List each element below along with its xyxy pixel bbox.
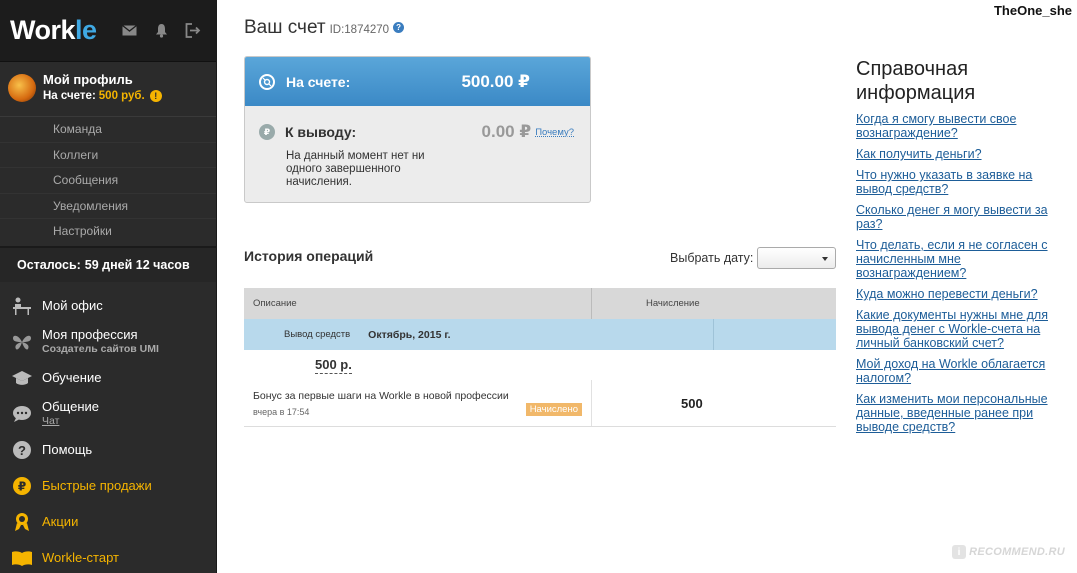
profile-block[interactable]: Мой профиль На счете: 500 руб. ! [0, 62, 216, 116]
watermark-username: TheOne_she [993, 3, 1072, 18]
profile-balance-value: 500 руб. [98, 90, 145, 102]
logout-icon[interactable] [184, 22, 202, 40]
chat-icon [10, 402, 34, 426]
col-accrual: Начисление [646, 298, 700, 309]
subnav-item-settings[interactable]: Настройки [0, 218, 216, 244]
withdraw-note: На данный момент нет ни одного завершенн… [286, 150, 425, 188]
group-row[interactable]: Вывод средств Октябрь, 2015 г. [244, 319, 836, 350]
ruble-icon: ₽ [259, 124, 275, 140]
time-remaining: Осталось: 59 дней 12 часов [0, 245, 216, 282]
page-title: Ваш счет ID:1874270? [244, 17, 405, 39]
info-link[interactable]: Что делать, если я не согласен с начисле… [856, 238, 1061, 280]
operation-name: Бонус за первые шаги на Workle в новой п… [253, 390, 509, 402]
table-row: Бонус за первые шаги на Workle в новой п… [244, 380, 836, 427]
chat-link[interactable]: Чат [42, 414, 99, 429]
account-id: ID:1874270 [329, 24, 390, 36]
nav-item-help[interactable]: ? Помощь [0, 432, 216, 468]
withdraw-value: 0.00 ₽ [481, 122, 532, 141]
history-title: История операций [244, 248, 374, 264]
status-badge: Начислено [525, 403, 582, 416]
svg-text:₽: ₽ [18, 479, 26, 493]
book-icon [10, 546, 34, 570]
nav-item-workle-start[interactable]: Workle-старт [0, 540, 216, 573]
why-link[interactable]: Почему? [535, 127, 574, 138]
info-link[interactable]: Как изменить мои персональные данные, вв… [856, 392, 1061, 434]
logo[interactable]: Workle [10, 15, 97, 46]
balance-card: На счете: 500.00 ₽ ₽ К выводу: 0.00 ₽ По… [244, 56, 591, 203]
profile-subnav: Команда Коллеги Сообщения Уведомления На… [0, 116, 216, 244]
butterfly-icon [10, 330, 34, 354]
ruble-coin-icon: ₽ [10, 474, 34, 498]
operation-amount: 500 [681, 395, 703, 411]
group-sum: 500 р. [315, 356, 352, 374]
info-link[interactable]: Что нужно указать в заявке на вывод сред… [856, 168, 1061, 196]
nav-item-promotions[interactable]: Акции [0, 504, 216, 540]
nav-item-learning[interactable]: Обучение [0, 360, 216, 396]
recommend-logo-icon: i [952, 545, 967, 559]
graduation-cap-icon [10, 366, 34, 390]
subnav-item-messages[interactable]: Сообщения [0, 167, 216, 193]
nav-item-quick-sales[interactable]: ₽ Быстрые продажи [0, 468, 216, 504]
desk-icon [10, 294, 34, 318]
nav-item-my-profession[interactable]: Моя профессия Создатель сайтов UMI [0, 324, 216, 360]
help-icon: ? [10, 438, 34, 462]
reference-title: Справочная информация [856, 58, 976, 104]
mail-icon[interactable] [120, 22, 138, 40]
warning-icon: ! [149, 90, 162, 102]
watermark-site: i RECOMMEND.RU [952, 545, 1065, 559]
profile-name[interactable]: Мой профиль [43, 72, 162, 88]
info-link[interactable]: Какие документы нужны мне для вывода ден… [856, 308, 1061, 350]
profile-balance: На счете: 500 руб. ! [43, 88, 162, 104]
help-icon[interactable]: ? [393, 22, 405, 34]
nav-item-communication[interactable]: Общение Чат [0, 396, 216, 432]
subnav-item-notifications[interactable]: Уведомления [0, 192, 216, 219]
info-link[interactable]: Сколько денег я могу вывести за раз? [856, 203, 1061, 231]
reference-info: Справочная информация Когда я смогу выве… [856, 57, 1061, 441]
date-select[interactable] [757, 247, 837, 269]
balance-header: На счете: 500.00 ₽ [245, 57, 590, 106]
svg-text:?: ? [18, 443, 26, 458]
bell-icon[interactable] [152, 22, 170, 40]
date-picker: Выбрать дату: [670, 247, 837, 269]
info-link[interactable]: Мой доход на Workle облагается налогом? [856, 357, 1061, 385]
info-link[interactable]: Как получить деньги? [856, 147, 1061, 161]
award-icon [10, 510, 34, 534]
coin-icon [259, 73, 275, 90]
sidebar-topbar: Workle [0, 0, 216, 62]
info-link[interactable]: Куда можно перевести деньги? [856, 287, 1061, 301]
nav-item-my-office[interactable]: Мой офис [0, 288, 216, 324]
table-header: Описание Начисление [244, 288, 836, 319]
info-link[interactable]: Когда я смогу вывести свое вознаграждени… [856, 112, 1061, 140]
subnav-item-team[interactable]: Команда [0, 116, 216, 142]
sidebar: Workle Мой профиль На счете: 500 руб. ! … [0, 0, 217, 573]
history-table: Описание Начисление Вывод средств Октябр… [244, 288, 836, 427]
on-account-value: 500.00 ₽ [461, 71, 530, 91]
subnav-item-colleagues[interactable]: Коллеги [0, 141, 216, 168]
avatar[interactable] [8, 74, 36, 102]
col-description: Описание [244, 288, 592, 319]
